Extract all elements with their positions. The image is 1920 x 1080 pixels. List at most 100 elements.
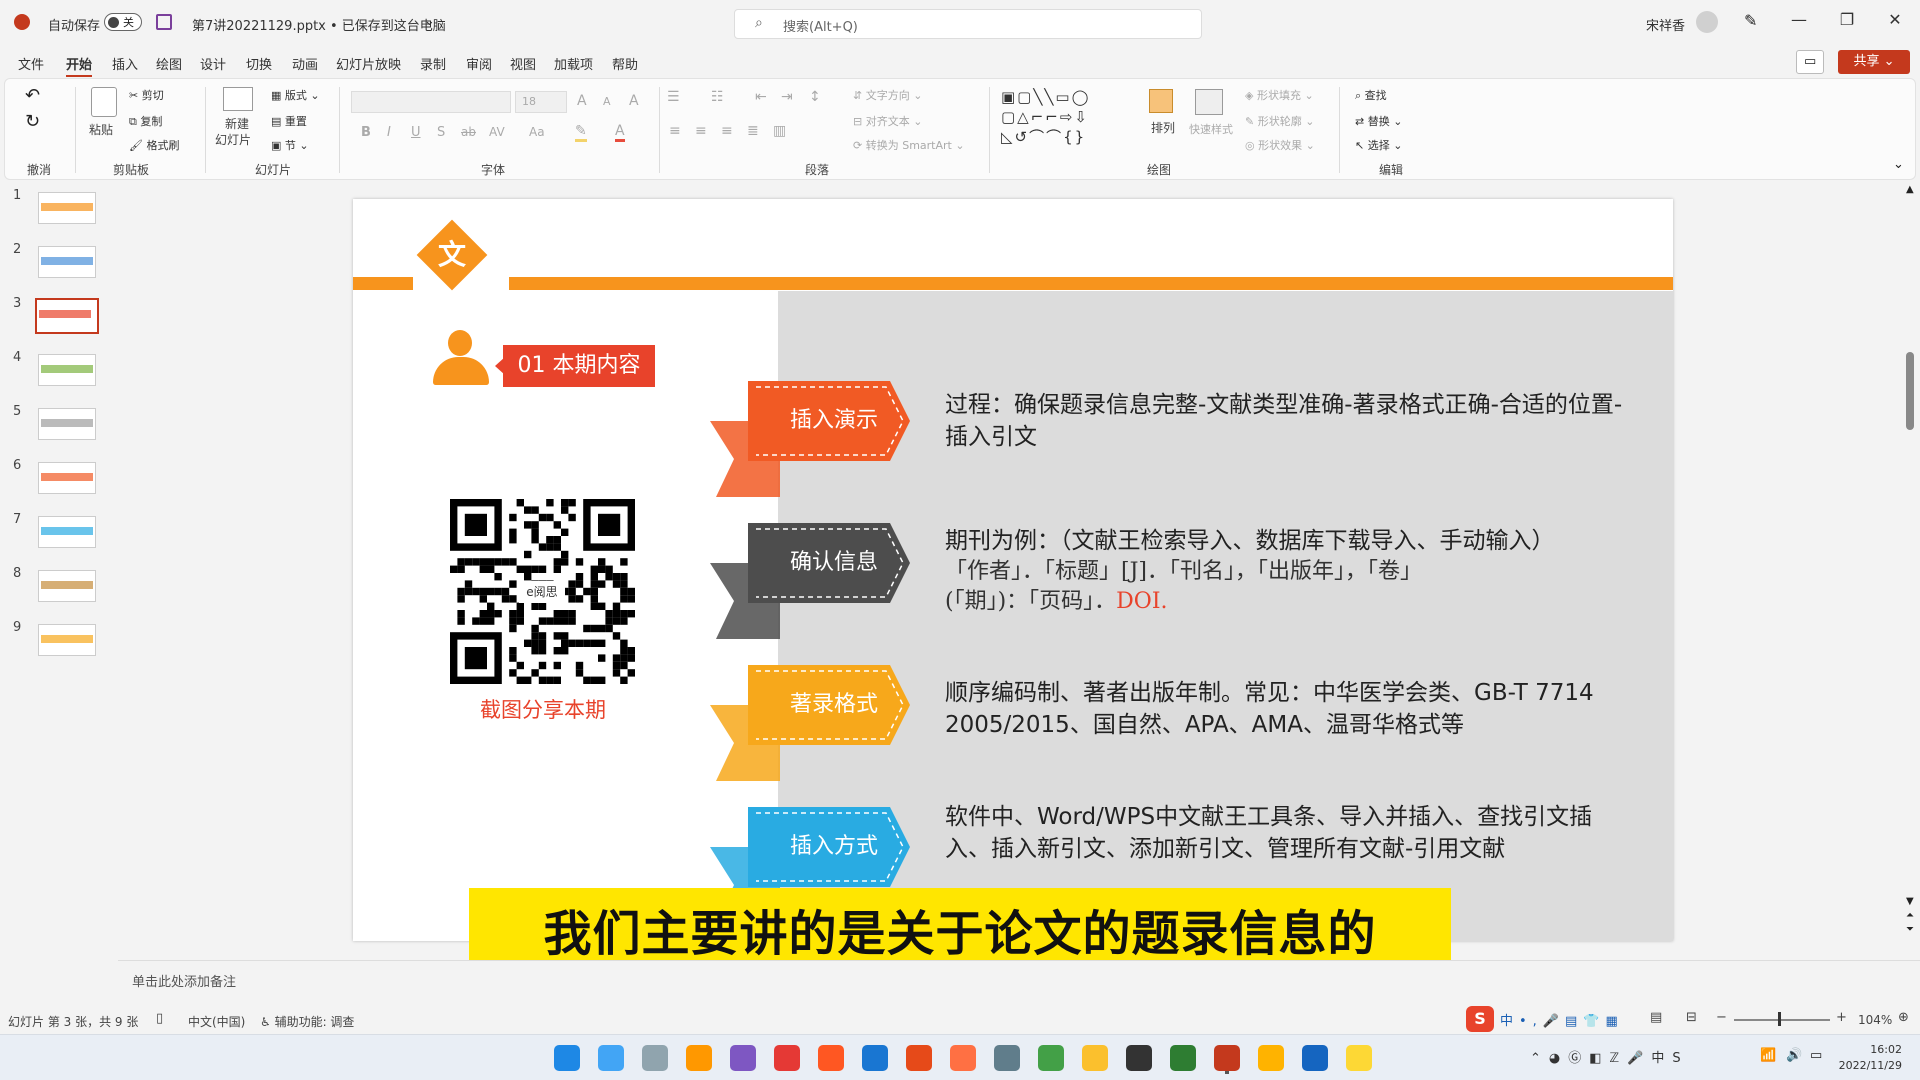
slide-thumbnail[interactable] bbox=[38, 570, 96, 602]
slide-canvas[interactable]: 文 01 本期内容 e阅思 截图分享本期 插入演示 过程：确保题录信息完整-文献… bbox=[353, 199, 1673, 941]
monitor-icon[interactable] bbox=[598, 1045, 624, 1071]
accessibility-status[interactable]: ♿ 辅助功能: 调查 bbox=[260, 1013, 354, 1030]
folder-icon[interactable] bbox=[1082, 1045, 1108, 1071]
quick-styles-icon[interactable] bbox=[1195, 89, 1223, 115]
paste-button[interactable]: 粘贴 bbox=[89, 121, 113, 138]
menu-addins[interactable]: 加载项 bbox=[554, 54, 593, 73]
zoom-level[interactable]: 104% bbox=[1858, 1013, 1892, 1027]
new-slide-icon[interactable] bbox=[223, 87, 253, 111]
vertical-scrollbar[interactable]: ▲ ▼ ⏶ ⏷ bbox=[1904, 184, 1918, 944]
redo-icon[interactable]: ↻ bbox=[25, 111, 40, 132]
search-icon[interactable] bbox=[686, 1045, 712, 1071]
slide-thumbnail[interactable] bbox=[38, 462, 96, 494]
zoom-slider[interactable] bbox=[1734, 1019, 1830, 1021]
menu-slideshow[interactable]: 幻灯片放映 bbox=[336, 54, 401, 73]
indent-increase-icon[interactable]: ⇥ bbox=[781, 89, 793, 105]
shape-effects-button[interactable]: ◎ 形状效果 ⌄ bbox=[1245, 137, 1315, 153]
fit-slide-icon[interactable]: ⊕ bbox=[1898, 1010, 1909, 1025]
menu-help[interactable]: 帮助 bbox=[612, 54, 638, 73]
search-input[interactable]: ⌕ 搜索(Alt+Q) bbox=[734, 9, 1202, 39]
p-app-icon[interactable] bbox=[1302, 1045, 1328, 1071]
ribbon-collapse-icon[interactable]: ⌄ bbox=[1893, 157, 1904, 172]
pdf-icon[interactable] bbox=[818, 1045, 844, 1071]
next-slide-icon[interactable]: ⏷ bbox=[1906, 924, 1914, 935]
font-size-select[interactable]: 18 bbox=[515, 91, 567, 113]
change-case-button[interactable]: Aa bbox=[529, 125, 545, 139]
shape-fill-button[interactable]: ◈ 形状填充 ⌄ bbox=[1245, 87, 1314, 103]
penguin-icon[interactable] bbox=[1126, 1045, 1152, 1071]
x-app-icon[interactable] bbox=[774, 1045, 800, 1071]
diamond-app-icon[interactable] bbox=[950, 1045, 976, 1071]
menu-home[interactable]: 开始 bbox=[66, 54, 93, 77]
slide-thumbnail[interactable] bbox=[38, 246, 96, 278]
menu-record[interactable]: 录制 bbox=[420, 54, 446, 73]
slide-thumbnail[interactable] bbox=[38, 516, 96, 548]
cut-button[interactable]: ✂ 剪切 bbox=[129, 87, 164, 103]
text-direction-button[interactable]: ⇵ 文字方向 ⌄ bbox=[853, 87, 922, 103]
reset-button[interactable]: ▤ 重置 bbox=[271, 113, 307, 129]
chrome-icon[interactable] bbox=[1038, 1045, 1064, 1071]
wechat-icon[interactable] bbox=[1170, 1045, 1196, 1071]
align-right-icon[interactable]: ≡ bbox=[721, 123, 733, 139]
close-button[interactable]: ✕ bbox=[1880, 10, 1910, 29]
battery-icon[interactable]: ▭ bbox=[1810, 1048, 1822, 1063]
menu-file[interactable]: 文件 bbox=[18, 54, 44, 73]
slide-thumbnail[interactable] bbox=[35, 298, 99, 334]
rp-icon[interactable] bbox=[730, 1045, 756, 1071]
bullets-icon[interactable]: ☰ bbox=[667, 89, 680, 105]
align-left-icon[interactable]: ≡ bbox=[669, 123, 681, 139]
italic-button[interactable]: I bbox=[387, 125, 391, 140]
sticky-icon[interactable] bbox=[1346, 1045, 1372, 1071]
clock-time[interactable]: 16:02 bbox=[1852, 1043, 1902, 1056]
copy-button[interactable]: ⧉ 复制 bbox=[129, 113, 162, 129]
clock-date[interactable]: 2022/11/29 bbox=[1832, 1059, 1902, 1072]
shadow-button[interactable]: S bbox=[437, 125, 445, 140]
notes-pane[interactable]: 单击此处添加备注 bbox=[118, 960, 1920, 1000]
paste-icon[interactable] bbox=[91, 87, 117, 117]
avatar[interactable] bbox=[1696, 11, 1718, 33]
select-button[interactable]: ↖ 选择 ⌄ bbox=[1355, 137, 1402, 153]
chevron-down-icon[interactable]: ⌄ bbox=[424, 14, 435, 29]
section-button[interactable]: ▣ 节 ⌄ bbox=[271, 137, 309, 153]
font-name-select[interactable] bbox=[351, 91, 511, 113]
document-title[interactable]: 第7讲20221129.pptx • 已保存到这台电脑 bbox=[192, 15, 446, 34]
line-spacing-icon[interactable]: ↕ bbox=[809, 89, 821, 105]
spellcheck-icon[interactable]: ▯ bbox=[156, 1011, 163, 1026]
ime-toolbar[interactable]: 中•,🎤▤👕▦ bbox=[1500, 1010, 1624, 1029]
quick-styles-button[interactable]: 快速样式 bbox=[1189, 121, 1233, 137]
teams-icon[interactable] bbox=[862, 1045, 888, 1071]
g-app-icon[interactable] bbox=[906, 1045, 932, 1071]
zoom-in-button[interactable]: + bbox=[1836, 1010, 1847, 1025]
indent-decrease-icon[interactable]: ⇤ bbox=[755, 89, 767, 105]
align-center-icon[interactable]: ≡ bbox=[695, 123, 707, 139]
normal-view-icon[interactable]: ▤ bbox=[1650, 1010, 1662, 1025]
share-button[interactable]: 共享 ⌄ bbox=[1838, 50, 1910, 74]
wifi-icon[interactable]: 📶 bbox=[1760, 1048, 1776, 1063]
comments-button[interactable]: ▭ bbox=[1796, 50, 1824, 74]
find-button[interactable]: ⌕ 查找 bbox=[1355, 87, 1387, 103]
undo-icon[interactable]: ↶ bbox=[25, 85, 40, 106]
menu-review[interactable]: 审阅 bbox=[466, 54, 492, 73]
underline-button[interactable]: U bbox=[411, 125, 421, 140]
numbering-icon[interactable]: ☷ bbox=[711, 89, 724, 105]
zoom-out-button[interactable]: − bbox=[1716, 1010, 1727, 1025]
save-icon[interactable] bbox=[156, 14, 172, 30]
format-painter-button[interactable]: 🖌 格式刷 bbox=[129, 137, 179, 153]
menu-design[interactable]: 设计 bbox=[200, 54, 226, 73]
shrink-font-icon[interactable]: A bbox=[603, 95, 611, 108]
clear-format-icon[interactable]: A bbox=[629, 93, 639, 109]
char-spacing-button[interactable]: AV bbox=[489, 125, 505, 139]
new-slide-button-line2[interactable]: 幻灯片 bbox=[215, 131, 251, 148]
menu-view[interactable]: 视图 bbox=[510, 54, 536, 73]
scroll-down-icon[interactable]: ▼ bbox=[1906, 896, 1914, 907]
autosave-toggle[interactable]: 关 bbox=[104, 13, 142, 31]
notepad-icon[interactable] bbox=[994, 1045, 1020, 1071]
photos-icon[interactable] bbox=[642, 1045, 668, 1071]
bold-button[interactable]: B bbox=[361, 125, 371, 140]
menu-draw[interactable]: 绘图 bbox=[156, 54, 182, 73]
arrange-icon[interactable] bbox=[1149, 89, 1173, 113]
replace-button[interactable]: ⇄ 替换 ⌄ bbox=[1355, 113, 1402, 129]
menu-animations[interactable]: 动画 bbox=[292, 54, 318, 73]
shapes-gallery[interactable]: ▣▢╲╲▭◯ ▢△⌐⌐⇨⇩ ◺↺⌒⌒{} bbox=[1001, 87, 1133, 151]
menu-insert[interactable]: 插入 bbox=[112, 54, 138, 73]
